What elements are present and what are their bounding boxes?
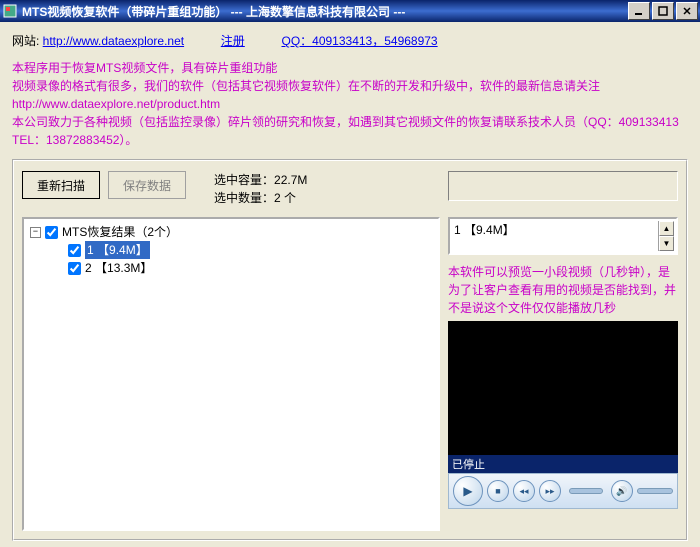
rescan-button[interactable]: 重新扫描	[22, 171, 100, 199]
tree-root-row[interactable]: − MTS恢复结果（2个）	[30, 223, 432, 241]
site-label: 网站:	[12, 34, 43, 48]
site-link[interactable]: http://www.dataexplore.net	[43, 34, 184, 48]
seek-bar[interactable]	[569, 488, 603, 494]
close-button[interactable]	[676, 2, 698, 20]
description: 本程序用于恢复MTS视频文件，具有碎片重组功能 视频录像的格式有很多，我们的软件…	[12, 57, 688, 159]
top-links: 网站: http://www.dataexplore.net 注册 QQ：409…	[12, 28, 688, 57]
next-button[interactable]: ▸▸	[539, 480, 561, 502]
progress-area	[448, 171, 678, 201]
save-button: 保存数据	[108, 171, 186, 199]
scroll-up-icon[interactable]: ▲	[659, 221, 674, 236]
tree-root-label: MTS恢复结果（2个）	[62, 223, 178, 241]
window-title: MTS视频恢复软件（带碎片重组功能） --- 上海数擎信息科技有限公司 ---	[22, 3, 628, 20]
qq-link[interactable]: QQ：409133413，54968973	[281, 34, 437, 48]
tree-item[interactable]: 2 【13.3M】	[30, 259, 432, 277]
tree-item-checkbox[interactable]	[68, 262, 81, 275]
prev-button[interactable]: ◂◂	[513, 480, 535, 502]
preview-note: 本软件可以预览一小段视频（几秒钟），是为了让客户查看有用的视频是否能找到，并不是…	[448, 255, 678, 321]
mute-button[interactable]: 🔊	[611, 480, 633, 502]
volume-bar[interactable]	[637, 488, 673, 494]
result-tree[interactable]: − MTS恢复结果（2个） 1 【9.4M】 2 【13.3M】	[22, 217, 440, 531]
tree-item-selected: 1 【9.4M】	[85, 241, 150, 259]
media-player: ▶ ■ ◂◂ ▸▸ 🔊	[448, 473, 678, 509]
tree-item[interactable]: 1 【9.4M】	[30, 241, 432, 259]
tree-item-label: 2 【13.3M】	[85, 259, 152, 277]
file-list[interactable]: 1 【9.4M】 ▲ ▼	[448, 217, 678, 255]
play-button[interactable]: ▶	[453, 476, 483, 506]
scrollbar[interactable]: ▲ ▼	[658, 221, 674, 251]
file-list-item[interactable]: 1 【9.4M】	[452, 221, 658, 238]
tree-item-checkbox[interactable]	[68, 244, 81, 257]
minimize-button[interactable]	[628, 2, 650, 20]
titlebar: MTS视频恢复软件（带碎片重组功能） --- 上海数擎信息科技有限公司 ---	[0, 0, 700, 22]
main-panel: 重新扫描 保存数据 选中容量：22.7M 选中数量：2 个 − MTS恢复结果（…	[12, 159, 688, 541]
collapse-icon[interactable]: −	[30, 227, 41, 238]
scroll-down-icon[interactable]: ▼	[659, 236, 674, 251]
maximize-button[interactable]	[652, 2, 674, 20]
app-icon	[2, 3, 18, 19]
stop-button[interactable]: ■	[487, 480, 509, 502]
tree-root-checkbox[interactable]	[45, 226, 58, 239]
player-status: 已停止	[448, 455, 678, 473]
video-preview	[448, 321, 678, 455]
register-link[interactable]: 注册	[221, 34, 245, 48]
stats: 选中容量：22.7M 选中数量：2 个	[194, 171, 440, 207]
